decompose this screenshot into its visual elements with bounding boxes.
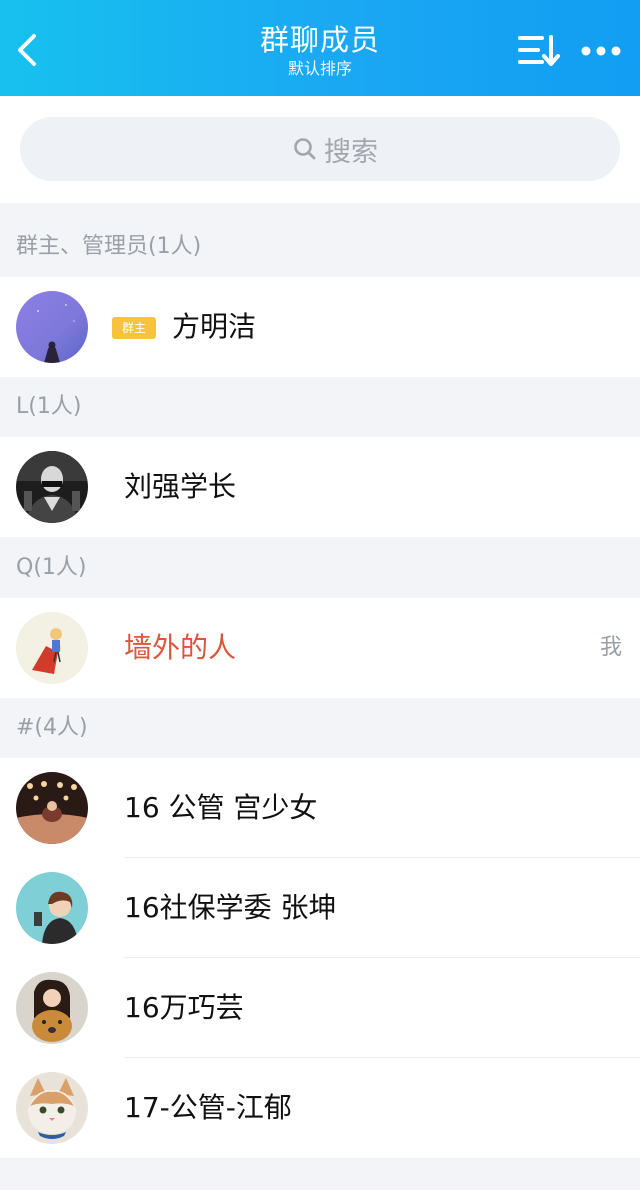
member-row[interactable]: 16 公管 宫少女 xyxy=(0,758,640,858)
back-button[interactable] xyxy=(10,28,50,72)
chevron-left-icon xyxy=(18,34,36,66)
section-header-hash: #(4人) xyxy=(16,715,88,740)
avatar xyxy=(16,872,88,944)
avatar xyxy=(16,451,88,523)
member-row[interactable]: 16万巧芸 xyxy=(0,958,640,1058)
member-row[interactable]: 17-公管-江郁 xyxy=(0,1058,640,1158)
section-header-admins: 群主、管理员(1人) xyxy=(16,234,202,259)
section-header-l: L(1人) xyxy=(16,394,82,419)
member-name: 方明洁 xyxy=(172,310,257,343)
member-row-self[interactable]: 墙外的人 我 xyxy=(0,598,640,698)
page-title: 群聊成员 xyxy=(259,23,380,57)
avatar xyxy=(16,291,88,363)
more-button[interactable] xyxy=(580,40,624,62)
sort-icon xyxy=(518,35,560,66)
member-name: 16万巧芸 xyxy=(124,991,244,1024)
search-area: 搜索 xyxy=(0,96,640,203)
search-placeholder: 搜索 xyxy=(324,136,378,168)
avatar xyxy=(16,772,88,844)
avatar xyxy=(16,1072,88,1144)
owner-badge: 群主 xyxy=(112,317,156,339)
section-header-q: Q(1人) xyxy=(16,555,87,580)
sort-mode-subtitle[interactable]: 默认排序 xyxy=(160,58,480,80)
member-row[interactable]: 16社保学委 张坤 xyxy=(0,858,640,958)
member-name: 17-公管-江郁 xyxy=(124,1091,292,1124)
avatar xyxy=(16,612,88,684)
self-tag: 我 xyxy=(599,635,622,660)
member-name: 16 公管 宫少女 xyxy=(124,791,318,824)
search-input[interactable]: 搜索 xyxy=(20,117,620,181)
search-icon xyxy=(294,138,316,160)
sort-button[interactable] xyxy=(518,34,562,68)
member-name: 墙外的人 xyxy=(124,631,237,664)
member-name: 16社保学委 张坤 xyxy=(124,891,337,924)
title-bar: 群聊成员 默认排序 xyxy=(0,0,640,96)
more-dots-icon xyxy=(581,46,621,56)
member-name: 刘强学长 xyxy=(124,470,237,503)
member-row[interactable]: 刘强学长 xyxy=(0,437,640,537)
avatar xyxy=(16,972,88,1044)
member-row[interactable]: 群主 方明洁 xyxy=(0,277,640,377)
